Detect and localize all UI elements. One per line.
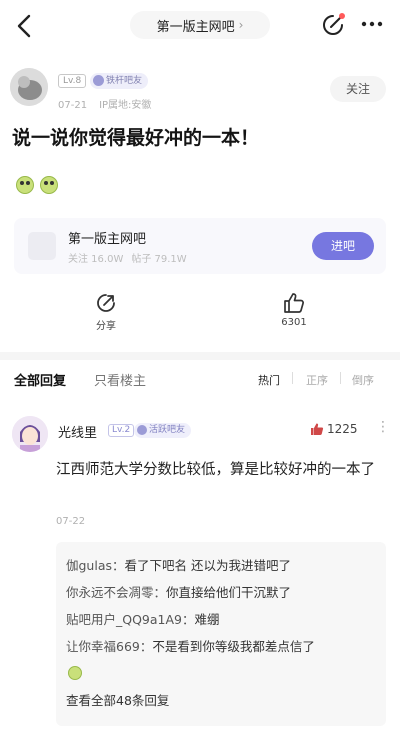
sub-reply[interactable]: 贴吧用户_QQ9a1A9：难绷 (66, 606, 376, 633)
commenter-fan-badge: 活跃吧友 (134, 423, 192, 438)
sub-reply-text: 你直接给他们干沉默了 (166, 585, 292, 600)
follow-button[interactable]: 关注 (330, 76, 386, 102)
forum-card-name: 第一版主网吧 (68, 232, 147, 247)
sub-replies-box: 伽gulas：看了下吧名 还以为我进错吧了 你永远不会凋零：你直接给他们干沉默了… (56, 542, 386, 726)
comment-like-count: 1225 (327, 422, 358, 436)
post-meta: 07-21 IP属地:安徽 (58, 96, 151, 111)
sort-hot[interactable]: 热门 (258, 372, 280, 388)
sub-reply[interactable]: 你永远不会凋零：你直接给他们干沉默了 (66, 579, 376, 606)
frog-emoji-icon (68, 666, 82, 680)
fan-badge-label: 铁杆吧友 (106, 76, 143, 86)
enter-forum-button[interactable]: 进吧 (312, 232, 374, 260)
sort-ascending[interactable]: 正序 (306, 372, 328, 388)
forum-posts: 帖子 79.1W (131, 254, 187, 265)
commenter-level-badge: Lv.2 (108, 424, 135, 437)
like-count: 6301 (281, 317, 307, 328)
sub-reply-user[interactable]: 伽gulas： (66, 558, 125, 573)
thumbs-up-icon (284, 293, 304, 313)
forum-follows: 关注 16.0W (68, 254, 124, 265)
thumbs-up-filled-icon (311, 423, 324, 435)
post-actions: 分享 6301 (0, 292, 400, 340)
sub-reply-text: 难绷 (194, 612, 220, 627)
forum-title: 第一版主网吧 (156, 19, 235, 35)
view-all-replies-link[interactable]: 查看全部48条回复 (66, 689, 376, 713)
share-button[interactable]: 分享 (76, 292, 136, 332)
commenter-avatar[interactable] (12, 416, 48, 452)
sub-reply-user[interactable]: 贴吧用户_QQ9a1A9： (66, 612, 195, 627)
top-navigation-bar: 第一版主网吧 › (0, 0, 400, 52)
ip-location: IP属地:安徽 (99, 100, 152, 111)
sort-separator (340, 372, 341, 384)
forum-logo-icon (28, 232, 56, 260)
sub-reply-user[interactable]: 你永远不会凋零： (66, 585, 166, 600)
reply-tabs: 全部回复 只看楼主 热门 正序 倒序 (0, 368, 400, 394)
compose-edit-icon[interactable] (320, 12, 346, 38)
frog-emoji-icon (40, 176, 58, 194)
tab-owner-only[interactable]: 只看楼主 (94, 370, 146, 389)
comment-text: 江西师范大学分数比较低，算是比较好冲的一本了 (56, 462, 375, 478)
comment-like-button[interactable]: 1225 (310, 422, 358, 436)
author-level-badge: Lv.8 (58, 74, 87, 88)
share-icon (97, 294, 115, 312)
more-options-icon[interactable] (360, 14, 384, 34)
forum-card[interactable]: 第一版主网吧 关注 16.0W 帖子 79.1W 进吧 (14, 218, 386, 274)
sub-reply[interactable]: 让你幸福669：不是看到你等级我都差点信了 (66, 633, 376, 660)
commenter-username[interactable]: 光线里 (58, 422, 97, 441)
sub-reply-text: 看了下吧名 还以为我进错吧了 (124, 558, 291, 573)
chevron-right-icon: › (238, 18, 244, 32)
sub-reply-user[interactable]: 让你幸福669： (66, 639, 152, 654)
sort-separator (292, 372, 293, 384)
post-emojis (16, 176, 58, 194)
like-button[interactable]: 6301 (264, 292, 324, 328)
post-title: 说一说你觉得最好冲的一本！ (12, 127, 260, 149)
back-arrow-icon[interactable] (14, 13, 36, 39)
sub-reply[interactable]: 伽gulas：看了下吧名 还以为我进错吧了 (66, 552, 376, 579)
sub-reply-emoji-row (66, 660, 376, 687)
sub-reply-text: 不是看到你等级我都差点信了 (152, 639, 315, 654)
commenter-fan-label: 活跃吧友 (149, 425, 186, 435)
post-date: 07-21 (58, 100, 88, 111)
section-divider (0, 352, 400, 360)
post-author-row: Lv.8 铁杆吧友 07-21 IP属地:安徽 关注 (10, 66, 390, 114)
badge-icon (137, 425, 147, 435)
forum-stats: 关注 16.0W 帖子 79.1W (68, 250, 187, 265)
frog-emoji-icon (16, 176, 34, 194)
author-fan-badge: 铁杆吧友 (90, 73, 149, 89)
sort-descending[interactable]: 倒序 (352, 372, 374, 388)
author-avatar[interactable] (10, 68, 48, 106)
badge-icon (93, 75, 104, 86)
comment-more-icon[interactable]: ⋮ (376, 420, 390, 434)
forum-name-pill[interactable]: 第一版主网吧 › (130, 11, 270, 39)
comment-date: 07-22 (56, 516, 86, 527)
share-label: 分享 (96, 321, 116, 332)
tab-all-replies[interactable]: 全部回复 (14, 370, 66, 389)
